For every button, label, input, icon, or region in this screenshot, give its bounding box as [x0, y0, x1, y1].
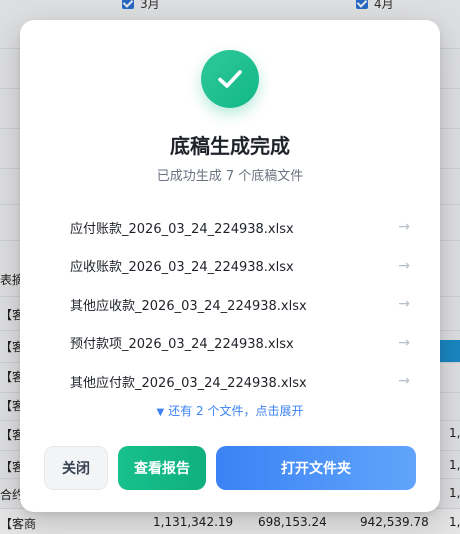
- expand-label: 还有 2 个文件，点击展开: [168, 404, 304, 418]
- generated-file-list: 应付账款_2026_03_24_224938.xlsx → 应收账款_2026_…: [70, 208, 410, 401]
- triangle-down-icon: ▼: [156, 407, 165, 418]
- arrow-right-icon: →: [398, 334, 410, 351]
- arrow-right-icon: →: [398, 219, 410, 236]
- arrow-right-icon: →: [398, 373, 410, 390]
- file-item[interactable]: 预付款项_2026_03_24_224938.xlsx →: [70, 324, 410, 363]
- view-report-button[interactable]: 查看报告: [118, 446, 206, 490]
- file-item[interactable]: 其他应付款_2026_03_24_224938.xlsx →: [70, 362, 410, 401]
- success-check-icon: [201, 50, 259, 108]
- dialog-title: 底稿生成完成: [170, 134, 290, 158]
- file-item[interactable]: 应付账款_2026_03_24_224938.xlsx →: [70, 208, 410, 247]
- expand-more-files-link[interactable]: ▼ 还有 2 个文件，点击展开: [20, 402, 440, 419]
- dialog-subtitle: 已成功生成 7 个底稿文件: [156, 169, 304, 184]
- file-item[interactable]: 其他应收款_2026_03_24_224938.xlsx →: [70, 285, 410, 324]
- arrow-right-icon: →: [398, 257, 410, 274]
- open-folder-button[interactable]: 打开文件夹: [216, 446, 416, 490]
- arrow-right-icon: →: [398, 296, 410, 313]
- file-name: 预付款项_2026_03_24_224938.xlsx: [70, 337, 294, 353]
- file-name: 其他应付款_2026_03_24_224938.xlsx: [70, 375, 307, 391]
- generation-complete-dialog: 底稿生成完成 已成功生成 7 个底稿文件 应付账款_2026_03_24_224…: [20, 20, 440, 512]
- file-name: 其他应收款_2026_03_24_224938.xlsx: [70, 298, 307, 314]
- file-item[interactable]: 应收账款_2026_03_24_224938.xlsx →: [70, 247, 410, 286]
- file-name: 应付账款_2026_03_24_224938.xlsx: [70, 221, 294, 237]
- close-button[interactable]: 关闭: [44, 446, 108, 490]
- file-name: 应收账款_2026_03_24_224938.xlsx: [70, 260, 294, 276]
